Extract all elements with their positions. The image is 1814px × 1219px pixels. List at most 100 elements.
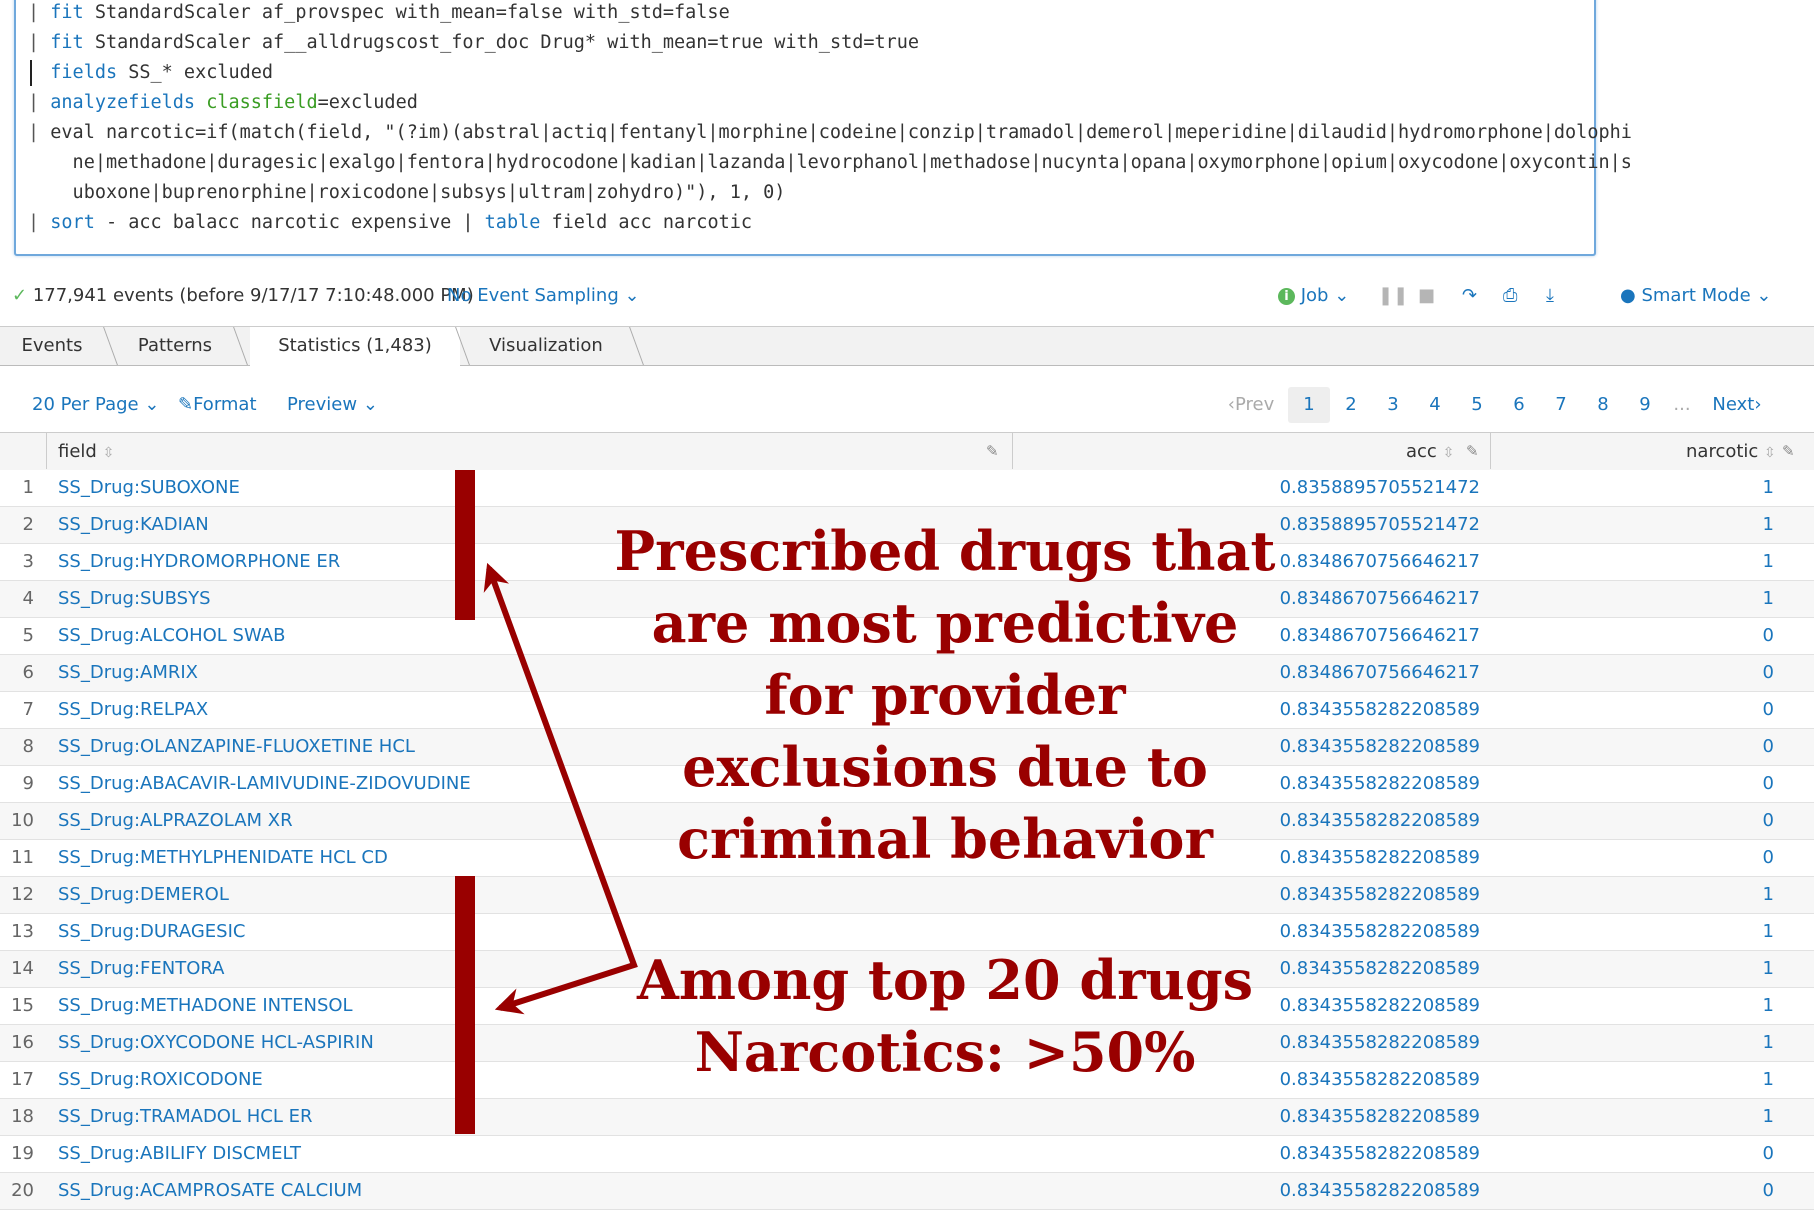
event-sampling-dropdown[interactable]: No Event Sampling ⌄ [447, 285, 640, 306]
job-menu[interactable]: i Job ⌄ [1278, 285, 1349, 306]
cell-narcotic[interactable]: 1 [1763, 914, 1774, 950]
cell-acc[interactable]: 0.8343558282208589 [1280, 803, 1480, 839]
preview-dropdown[interactable]: Preview ⌄ [287, 394, 378, 415]
cell-acc[interactable]: 0.8343558282208589 [1280, 1136, 1480, 1172]
cell-field[interactable]: SS_Drug:OLANZAPINE-FLUOXETINE HCL [58, 729, 415, 765]
cell-field[interactable]: SS_Drug:AMRIX [58, 655, 198, 691]
page-2[interactable]: 2 [1330, 387, 1372, 423]
cell-narcotic[interactable]: 1 [1763, 1025, 1774, 1061]
cell-acc[interactable]: 0.8348670756646217 [1280, 544, 1480, 580]
cell-field[interactable]: SS_Drug:KADIAN [58, 507, 209, 543]
search-code-pipe: | [28, 2, 51, 23]
table-header: field ⇳ ✎ acc ⇳ ✎ narcotic ⇳ ✎ [0, 432, 1814, 471]
cell-narcotic[interactable]: 1 [1763, 470, 1774, 506]
cell-field[interactable]: SS_Drug:TRAMADOL HCL ER [58, 1099, 312, 1135]
column-header-field[interactable]: field ⇳ [58, 433, 114, 470]
cell-field[interactable]: SS_Drug:FENTORA [58, 951, 224, 987]
cell-field[interactable]: SS_Drug:ALPRAZOLAM XR [58, 803, 293, 839]
cell-narcotic[interactable]: 0 [1763, 1136, 1774, 1172]
cell-narcotic[interactable]: 1 [1763, 1099, 1774, 1135]
cell-narcotic[interactable]: 1 [1763, 581, 1774, 617]
edit-column-icon[interactable]: ✎ [1782, 442, 1795, 460]
cell-field[interactable]: SS_Drug:OXYCODONE HCL-ASPIRIN [58, 1025, 374, 1061]
page-6[interactable]: 6 [1498, 387, 1540, 423]
next-page-button[interactable]: Next› [1706, 387, 1768, 423]
cell-narcotic[interactable]: 1 [1763, 544, 1774, 580]
column-header-narcotic[interactable]: narcotic ⇳ [1686, 433, 1776, 470]
cell-narcotic[interactable]: 0 [1763, 618, 1774, 654]
cell-acc[interactable]: 0.8343558282208589 [1280, 951, 1480, 987]
pencil-icon: ✎ [178, 394, 194, 415]
tab-visualization[interactable]: Visualization [472, 327, 620, 365]
cell-acc[interactable]: 0.8343558282208589 [1280, 914, 1480, 950]
cell-field[interactable]: SS_Drug:ROXICODONE [58, 1062, 263, 1098]
page-8[interactable]: 8 [1582, 387, 1624, 423]
cell-field[interactable]: SS_Drug:SUBSYS [58, 581, 211, 617]
format-button[interactable]: ✎Format [178, 394, 257, 415]
pause-icon[interactable]: ❚❚ [1378, 285, 1408, 306]
cell-field[interactable]: SS_Drug:SUBOXONE [58, 470, 240, 506]
cell-acc[interactable]: 0.8358895705521472 [1280, 507, 1480, 543]
tab-patterns[interactable]: Patterns [120, 327, 230, 365]
cell-field[interactable]: SS_Drug:METHYLPHENIDATE HCL CD [58, 840, 388, 876]
page-7[interactable]: 7 [1540, 387, 1582, 423]
cell-narcotic[interactable]: 1 [1763, 951, 1774, 987]
page-5[interactable]: 5 [1456, 387, 1498, 423]
cell-acc[interactable]: 0.8343558282208589 [1280, 1025, 1480, 1061]
search-code-pipe: | [28, 92, 51, 113]
edit-column-icon[interactable]: ✎ [1466, 442, 1479, 460]
tab-events[interactable]: Events [0, 327, 104, 365]
page-3[interactable]: 3 [1372, 387, 1414, 423]
cell-field[interactable]: SS_Drug:ALCOHOL SWAB [58, 618, 285, 654]
cell-narcotic[interactable]: 0 [1763, 840, 1774, 876]
cell-acc[interactable]: 0.8348670756646217 [1280, 581, 1480, 617]
cell-field[interactable]: SS_Drug:ACAMPROSATE CALCIUM [58, 1173, 362, 1209]
cell-acc[interactable]: 0.8343558282208589 [1280, 729, 1480, 765]
cell-narcotic[interactable]: 1 [1763, 988, 1774, 1024]
page-4[interactable]: 4 [1414, 387, 1456, 423]
cell-narcotic[interactable]: 1 [1763, 507, 1774, 543]
cell-acc[interactable]: 0.8348670756646217 [1280, 655, 1480, 691]
cell-narcotic[interactable]: 0 [1763, 766, 1774, 802]
cell-field[interactable]: SS_Drug:DURAGESIC [58, 914, 245, 950]
cell-acc[interactable]: 0.8343558282208589 [1280, 988, 1480, 1024]
page-1[interactable]: 1 [1288, 387, 1330, 423]
search-mode-dropdown[interactable]: ● Smart Mode ⌄ [1620, 285, 1772, 306]
cell-field[interactable]: SS_Drug:METHADONE INTENSOL [58, 988, 353, 1024]
event-sampling-label: No Event Sampling [447, 285, 619, 306]
cell-acc[interactable]: 0.8343558282208589 [1280, 766, 1480, 802]
row-index: 11 [11, 847, 34, 868]
cell-acc[interactable]: 0.8343558282208589 [1280, 692, 1480, 728]
cell-narcotic[interactable]: 0 [1763, 803, 1774, 839]
cell-narcotic[interactable]: 0 [1763, 1173, 1774, 1209]
cell-narcotic[interactable]: 0 [1763, 692, 1774, 728]
cell-acc[interactable]: 0.8343558282208589 [1280, 1099, 1480, 1135]
column-header-acc[interactable]: acc ⇳ [1406, 433, 1454, 470]
per-page-dropdown[interactable]: 20 Per Page ⌄ [32, 394, 159, 415]
tab-statistics[interactable]: Statistics (1,483) [250, 327, 460, 367]
cell-acc[interactable]: 0.8343558282208589 [1280, 840, 1480, 876]
page-9[interactable]: 9 [1624, 387, 1666, 423]
cell-field[interactable]: SS_Drug:ABACAVIR-LAMIVUDINE-ZIDOVUDINE [58, 766, 471, 802]
cell-acc[interactable]: 0.8358895705521472 [1280, 470, 1480, 506]
stop-icon[interactable]: ■ [1418, 285, 1435, 306]
cell-narcotic[interactable]: 0 [1763, 729, 1774, 765]
cell-field[interactable]: SS_Drug:HYDROMORPHONE ER [58, 544, 340, 580]
cell-acc[interactable]: 0.8343558282208589 [1280, 1062, 1480, 1098]
search-editor[interactable]: | fit StandardScaler af_provspec with_me… [14, 0, 1632, 256]
export-icon[interactable]: ⤓ [1546, 285, 1554, 306]
edit-column-icon[interactable]: ✎ [986, 442, 999, 460]
cell-acc[interactable]: 0.8343558282208589 [1280, 1173, 1480, 1209]
cell-field[interactable]: SS_Drug:DEMEROL [58, 877, 229, 913]
search-mode-label: Smart Mode [1641, 285, 1751, 306]
cell-acc[interactable]: 0.8343558282208589 [1280, 877, 1480, 913]
cell-narcotic[interactable]: 0 [1763, 655, 1774, 691]
cell-field[interactable]: SS_Drug:RELPAX [58, 692, 208, 728]
cell-field[interactable]: SS_Drug:ABILIFY DISCMELT [58, 1136, 301, 1172]
cell-narcotic[interactable]: 1 [1763, 1062, 1774, 1098]
prev-page-button[interactable]: ‹Prev [1222, 387, 1280, 423]
cell-narcotic[interactable]: 1 [1763, 877, 1774, 913]
share-icon[interactable]: ↷ [1462, 285, 1477, 306]
cell-acc[interactable]: 0.8348670756646217 [1280, 618, 1480, 654]
print-icon[interactable]: ⎙ [1503, 285, 1517, 306]
